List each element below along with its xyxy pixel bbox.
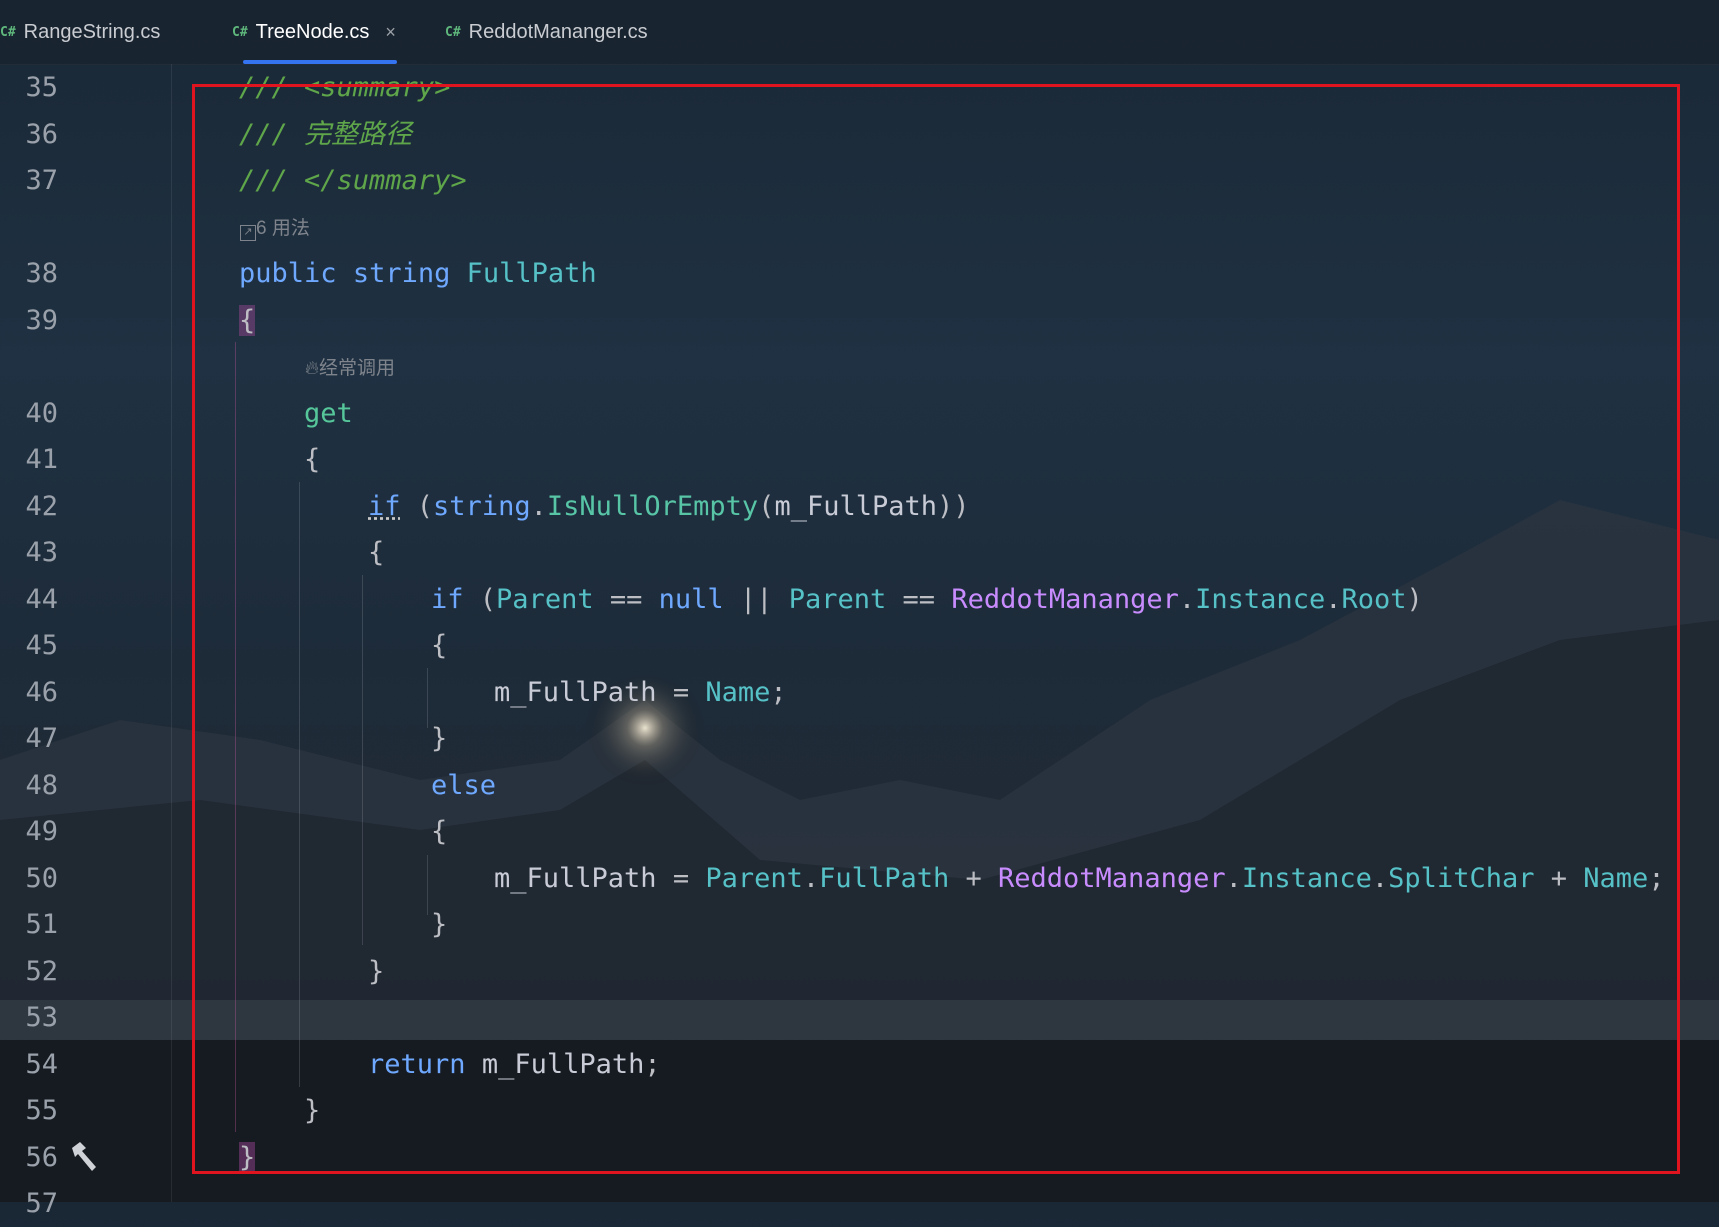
line-number: 37 [25,165,58,196]
line-number: 56 [25,1142,58,1173]
line-number: 46 [25,677,58,708]
line-number: 42 [25,491,58,522]
close-icon[interactable]: × [385,22,396,43]
line-number: 47 [25,723,58,754]
line-number: 48 [25,770,58,801]
annotation-highlight-box [192,84,1680,1174]
csharp-file-icon: C# [232,24,248,40]
line-number: 55 [25,1095,58,1126]
tab-treenode[interactable]: C# TreeNode.cs × [232,0,396,64]
line-number: 50 [25,863,58,894]
tab-label: ReddotMananger.cs [468,20,648,43]
tab-rangestring[interactable]: C# RangeString.cs [0,0,160,64]
line-number: 44 [25,584,58,615]
line-number: 39 [25,305,58,336]
tab-label: TreeNode.cs [255,20,370,43]
line-number: 49 [25,816,58,847]
line-number: 40 [25,398,58,429]
line-number: 38 [25,258,58,289]
csharp-file-icon: C# [0,24,16,40]
line-number: 35 [25,72,58,103]
csharp-file-icon: C# [445,24,461,40]
line-number: 45 [25,630,58,661]
editor-tab-bar: C# RangeString.cs C# TreeNode.cs × C# Re… [0,0,1719,65]
line-number: 36 [25,119,58,150]
line-number: 52 [25,956,58,987]
tab-label: RangeString.cs [23,20,161,43]
tab-reddotmananger[interactable]: C# ReddotMananger.cs [445,0,648,64]
active-tab-indicator [243,60,397,64]
line-number: 41 [25,444,58,475]
build-hammer-icon[interactable] [66,1140,100,1174]
line-number: 43 [25,537,58,568]
gutter-divider [171,64,172,1202]
line-number: 53 [25,1002,58,1033]
line-number: 51 [25,909,58,940]
line-number: 57 [25,1188,58,1219]
line-number: 54 [25,1049,58,1080]
